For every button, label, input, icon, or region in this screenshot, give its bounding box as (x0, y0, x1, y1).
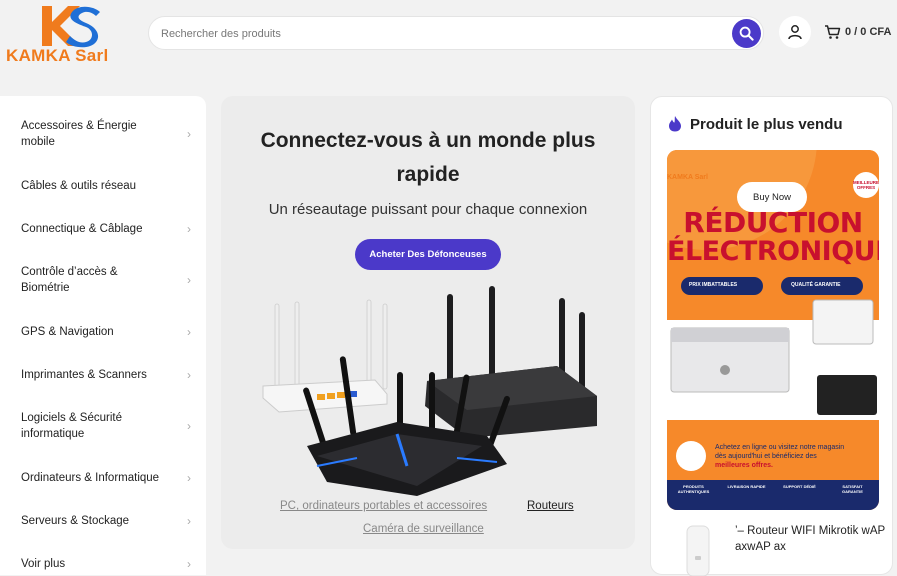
sidebar-item-ordinateurs[interactable]: Ordinateurs & Informatique › (21, 470, 191, 486)
sidebar-item-label: Voir plus (21, 558, 66, 570)
chevron-right-icon: › (187, 514, 191, 528)
sidebar-item-label: Contrôle d’accès & Biométrie (21, 266, 118, 294)
sidebar-item-label: Connectique & Câblage (21, 223, 143, 235)
offers-badge: MEILLEURES OFFRES (853, 172, 879, 198)
category-sidebar: Accessoires & Énergie mobile › Câbles & … (0, 96, 206, 575)
promo-banner[interactable]: KAMKA Sarl MEILLEURES OFFRES Buy Now RÉD… (667, 150, 879, 510)
logo-mark-icon (42, 6, 100, 48)
shop-button[interactable]: Acheter Des Défonceuses (355, 239, 501, 270)
sidebar-item-accessoires[interactable]: Accessoires & Énergie mobile › (21, 118, 191, 150)
chevron-right-icon: › (187, 419, 191, 433)
badge-prix: PRIX IMBATTABLES (689, 282, 738, 288)
sidebar-item-label: GPS & Navigation (21, 326, 114, 338)
chevron-right-icon: › (187, 557, 191, 571)
header: KAMKA Sarl 0 / 0 CFA (0, 0, 897, 67)
feature-support: SUPPORT DÉDIÉ (783, 484, 816, 489)
routers-image (262, 286, 597, 496)
banner-headline-2: ÉLECTRONIQUE (667, 236, 879, 267)
sidebar-item-gps[interactable]: GPS & Navigation › (21, 324, 191, 340)
search-icon (739, 26, 754, 41)
sidebar-item-voir-plus[interactable]: Voir plus › (21, 556, 191, 572)
sidebar-item-logiciels[interactable]: Logiciels & Sécurité informatique › (21, 410, 191, 442)
banner-logo-text: KAMKA Sarl (667, 174, 708, 181)
hero-subtitle: Un réseautage puissant pour chaque conne… (268, 201, 588, 218)
sidebar-item-label: Accessoires & Énergie mobile (21, 120, 137, 148)
sidebar-item-cables[interactable]: Câbles & outils réseau (21, 178, 191, 194)
cart-total: 0 / 0 CFA (845, 26, 892, 38)
search-input[interactable] (161, 25, 721, 43)
flame-icon (669, 116, 681, 132)
tab-routeurs[interactable]: Routeurs (527, 500, 574, 512)
search-button[interactable] (732, 19, 761, 48)
sidebar-item-controle-acces[interactable]: Contrôle d’accès & Biométrie › (21, 264, 191, 296)
chevron-right-icon: › (187, 325, 191, 339)
product-thumbnail[interactable] (671, 524, 721, 576)
chevron-right-icon: › (187, 273, 191, 287)
account-button[interactable] (779, 16, 811, 48)
hero-banner: Connectez-vous à un monde plus rapide Un… (221, 96, 635, 549)
bestseller-panel: Produit le plus vendu KAMKA Sarl MEILLEU… (650, 96, 893, 576)
search-bar (148, 16, 764, 50)
hero-title: Connectez-vous à un monde plus rapide (260, 129, 596, 186)
cart-icon (825, 25, 841, 39)
sidebar-item-connectique[interactable]: Connectique & Câblage › (21, 221, 191, 237)
chevron-right-icon: › (187, 471, 191, 485)
sidebar-item-label: Câbles & outils réseau (21, 180, 137, 192)
feature-authentiques: PRODUITS AUTHENTIQUES (677, 484, 710, 494)
sidebar-item-serveurs[interactable]: Serveurs & Stockage › (21, 513, 191, 529)
sidebar-item-label: Ordinateurs & Informatique (21, 472, 160, 484)
promo-text: Achetez en ligne ou visitez notre magasi… (715, 443, 845, 470)
user-icon (788, 25, 802, 40)
logo-text: KAMKA Sarl (6, 46, 109, 65)
sidebar-item-label: Logiciels & Sécurité informatique (21, 412, 122, 440)
sidebar-item-imprimantes[interactable]: Imprimantes & Scanners › (21, 367, 191, 383)
chevron-right-icon: › (187, 368, 191, 382)
sidebar-item-label: Imprimantes & Scanners (21, 369, 147, 381)
cart-button[interactable]: 0 / 0 CFA (824, 24, 891, 40)
chevron-right-icon: › (187, 222, 191, 236)
tab-pc-laptops[interactable]: PC, ordinateurs portables et accessoires (280, 500, 487, 512)
feature-livraison: LIVRAISON RAPIDE (727, 484, 766, 489)
logo[interactable]: KAMKA Sarl (6, 4, 128, 65)
sidebar-item-label: Serveurs & Stockage (21, 515, 130, 527)
banner-features: PRODUITS AUTHENTIQUES LIVRAISON RAPIDE S… (667, 484, 879, 494)
feature-satisfait: SATISFAIT GARANTIE (842, 484, 863, 494)
product-name[interactable]: ’– Routeur WIFI Mikrotik wAP axwAP ax (735, 523, 885, 555)
chevron-right-icon: › (187, 127, 191, 141)
promo-text-main: Achetez en ligne ou visitez notre magasi… (715, 444, 845, 460)
badge-qualite: QUALITÉ GARANTIE (791, 282, 841, 288)
banner-headline-1: RÉDUCTION (683, 206, 863, 239)
promo-text-highlight: meilleures offres. (715, 462, 773, 469)
tab-camera[interactable]: Caméra de surveillance (363, 523, 484, 535)
banner-logo: KAMKA Sarl (667, 160, 708, 181)
bestseller-title: Produit le plus vendu (690, 116, 843, 133)
